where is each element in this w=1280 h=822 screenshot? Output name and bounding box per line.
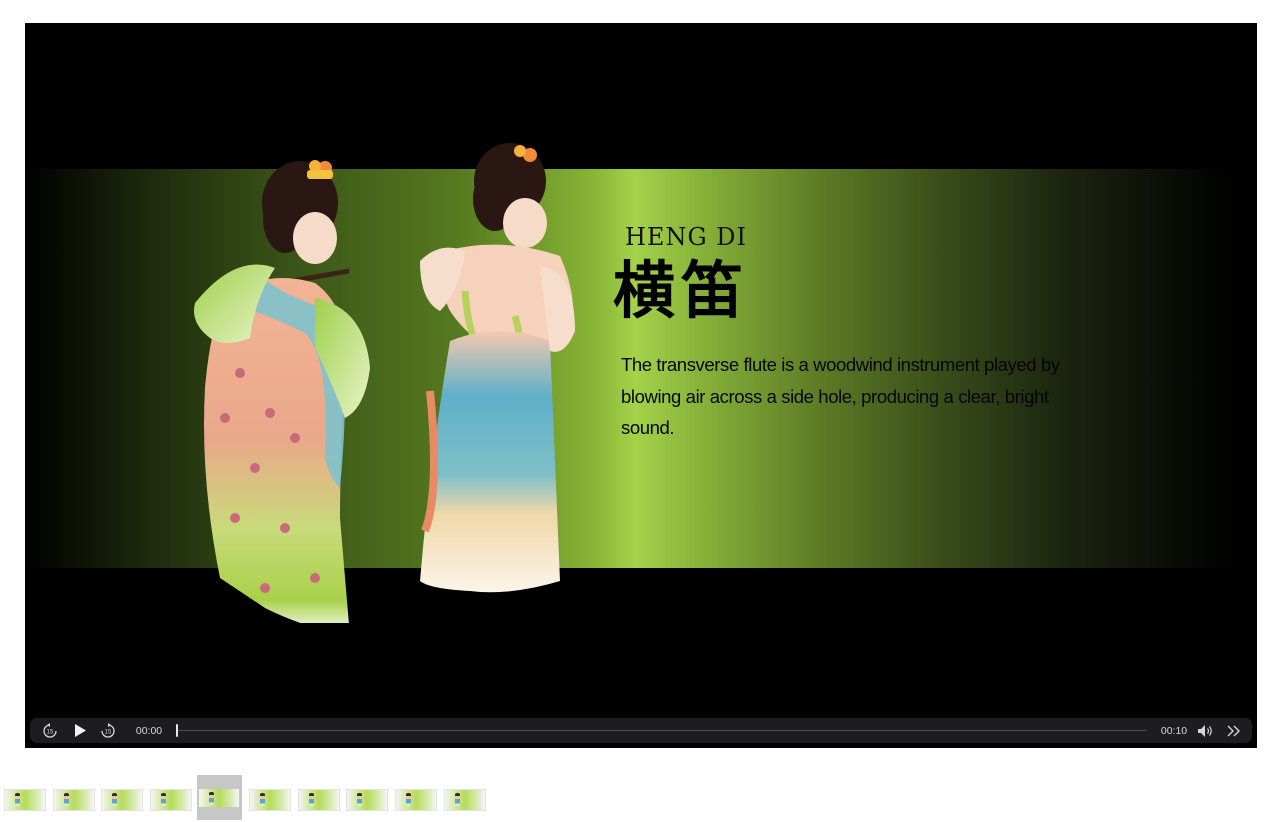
thumbnail-figure [112,793,117,806]
thumbnail-figure [209,792,214,805]
slide-thumbnail-image [199,789,239,807]
progress-playhead[interactable] [176,724,178,737]
duration-time: 00:10 [1160,724,1188,737]
svg-text:15: 15 [105,729,112,735]
instrument-romanized-name: HENG DI [625,223,747,251]
slide-thumbnail[interactable] [53,789,95,811]
thumbnail-figure [15,793,20,806]
slide-thumbnail[interactable] [395,789,437,811]
slide-thumbnail[interactable] [346,789,388,811]
skip-forward-button[interactable] [1223,718,1245,743]
instrument-chinese-name: 横笛 [613,254,750,327]
slide-thumbnail[interactable] [150,789,192,811]
volume-icon [1198,724,1212,737]
slide-thumbnail[interactable] [298,789,340,811]
instrument-description: The transverse flute is a woodwind instr… [621,354,1060,439]
flute-player-figure-right [420,143,575,593]
slide-thumbnail[interactable] [4,789,46,811]
thumbnail-figure [309,793,314,806]
volume-button[interactable] [1195,718,1217,743]
play-button[interactable] [70,718,90,743]
slide-thumbnail[interactable] [249,789,291,811]
thumbnail-figure [64,793,69,806]
slide-thumbnail[interactable] [101,789,143,811]
thumbnail-figure [455,793,460,806]
forward-icon: 15 [101,722,115,738]
flute-player-figure-left [194,160,370,623]
video-player[interactable]: HENG DI 横笛 The transverse flute is a woo… [25,23,1257,748]
progress-track[interactable] [177,730,1147,731]
current-time: 00:00 [135,724,163,737]
thumbnail-figure [260,793,265,806]
slide-text-block: HENG DI 横笛 The transverse flute is a woo… [613,223,1121,444]
thumbnail-figure [406,793,411,806]
thumbnail-figure [161,793,166,806]
play-icon [75,724,86,737]
slide-thumbnail[interactable] [444,789,486,811]
forward-15-button[interactable]: 15 [98,718,118,743]
slide-thumbnail-strip [0,775,500,820]
svg-text:15: 15 [47,729,54,735]
player-controls-bar: 15 15 00:00 00:10 [30,718,1252,743]
double-chevron-right-icon [1227,725,1240,736]
rewind-icon: 15 [43,722,57,738]
thumbnail-figure [357,793,362,806]
rewind-15-button[interactable]: 15 [40,718,60,743]
slide-thumbnail-active[interactable] [197,775,242,820]
